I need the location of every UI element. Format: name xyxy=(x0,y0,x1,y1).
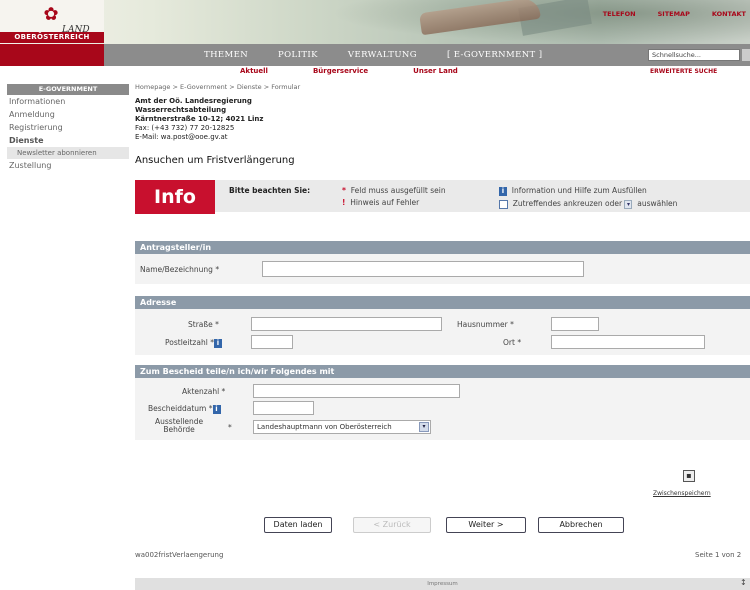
section-applicant-body: Name/Bezeichnung * xyxy=(135,254,750,284)
logo-region-text: OBERÖSTERREICH xyxy=(0,32,104,43)
subnav-item-buergerservice[interactable]: Bürgerservice xyxy=(313,67,368,75)
zip-label: Postleitzahl * i xyxy=(165,338,222,348)
sidebar-item-anmeldung[interactable]: Anmeldung xyxy=(7,108,129,121)
file-number-input[interactable] xyxy=(253,384,460,398)
load-data-button[interactable]: Daten laden xyxy=(264,517,332,533)
logo[interactable]: ✿ LAND OBERÖSTERREICH xyxy=(0,0,104,43)
dropdown-icon: ▾ xyxy=(624,199,633,209)
house-number-input[interactable] xyxy=(551,317,599,331)
house-number-label: Hausnummer * xyxy=(457,320,514,329)
sidebar: E-GOVERNMENT Informationen Anmeldung Reg… xyxy=(7,84,129,172)
legend-help-text: Information und Hilfe zum Ausfüllen xyxy=(511,186,647,195)
legend-required: * Feld muss ausgefüllt sein xyxy=(342,186,446,195)
street-input[interactable] xyxy=(251,317,442,331)
next-button[interactable]: Weiter > xyxy=(446,517,526,533)
date-help-icon[interactable]: i xyxy=(212,405,221,414)
decision-date-label: Bescheiddatum * i xyxy=(148,404,221,414)
nav-left-bar xyxy=(0,44,104,66)
sidebar-item-zustellung[interactable]: Zustellung xyxy=(7,159,129,172)
section-address-header: Adresse xyxy=(135,296,750,309)
zip-help-icon[interactable]: i xyxy=(213,339,222,348)
required-star-icon: * xyxy=(342,186,346,195)
legend-required-text: Feld muss ausgefüllt sein xyxy=(350,186,446,195)
nav-item-politik[interactable]: POLITIK xyxy=(278,50,318,60)
legend-help: i Information und Hilfe zum Ausfüllen xyxy=(499,186,647,196)
crest-icon: ✿ xyxy=(43,4,59,25)
top-link-telefon[interactable]: TELEFON xyxy=(603,10,636,18)
file-number-label: Aktenzahl * xyxy=(182,387,226,396)
back-button[interactable]: < Zurück xyxy=(353,517,431,533)
breadcrumb[interactable]: Homepage > E-Government > Dienste > Form… xyxy=(135,83,300,91)
sidebar-heading: E-GOVERNMENT xyxy=(7,84,129,95)
issuing-authority-select[interactable]: Landeshauptmann von Oberösterreich ▾ xyxy=(253,420,431,434)
issuing-authority-value: Landeshauptmann von Oberösterreich xyxy=(257,423,392,431)
header-banner: ✿ LAND OBERÖSTERREICH TELEFON SITEMAP KO… xyxy=(0,0,750,44)
top-link-kontakt[interactable]: KONTAKT xyxy=(712,10,746,18)
sidebar-item-registrierung[interactable]: Registrierung xyxy=(7,121,129,134)
main-nav: THEMEN POLITIK VERWALTUNG [ E-GOVERNMENT… xyxy=(104,44,750,66)
scroll-arrow-icon[interactable]: ↕ xyxy=(740,578,747,587)
legend-select-text: auswählen xyxy=(637,199,678,208)
top-links: TELEFON SITEMAP KONTAKT xyxy=(603,10,746,18)
subnav-item-unser-land[interactable]: Unser Land xyxy=(413,67,458,75)
department-name: Wasserrechtsabteilung xyxy=(135,106,227,114)
subnav-item-aktuell[interactable]: Aktuell xyxy=(240,67,268,75)
sidebar-item-dienste[interactable]: Dienste xyxy=(7,134,129,147)
chevron-down-icon[interactable]: ▾ xyxy=(419,422,429,432)
checkbox-icon xyxy=(499,199,508,209)
nav-item-themen[interactable]: THEMEN xyxy=(204,50,248,60)
issuing-authority-label: Ausstellende Behörde xyxy=(155,417,204,434)
city-label: Ort * xyxy=(503,338,522,347)
street-label: Straße * xyxy=(188,320,219,329)
sidebar-item-newsletter[interactable]: Newsletter abonnieren xyxy=(7,147,129,159)
section-applicant-header: Antragsteller/in xyxy=(135,241,750,254)
zip-input[interactable] xyxy=(251,335,293,349)
name-label: Name/Bezeichnung * xyxy=(140,265,220,274)
street-address: Kärntnerstraße 10-12; 4021 Linz xyxy=(135,115,264,123)
save-draft-link[interactable]: Zwischenspeichern xyxy=(653,490,711,497)
nav-item-egovernment[interactable]: [ E-GOVERNMENT ] xyxy=(447,50,542,60)
page-title: Ansuchen um Fristverlängerung xyxy=(135,155,295,166)
info-notice-label: Bitte beachten Sie: xyxy=(229,186,311,195)
quick-search-button[interactable] xyxy=(742,49,750,61)
quick-search-input[interactable]: Schnellsuche... xyxy=(648,49,740,61)
impressum-link[interactable]: Impressum xyxy=(135,578,750,590)
page-indicator: Seite 1 von 2 xyxy=(695,551,742,559)
authority-address: Amt der Oö. Landesregierung Wasserrechts… xyxy=(135,97,263,142)
top-link-sitemap[interactable]: SITEMAP xyxy=(658,10,690,18)
fax-number: Fax: (+43 732) 77 20-12825 xyxy=(135,124,235,132)
legend-check: Zutreffendes ankreuzen oder ▾ auswählen xyxy=(499,199,677,209)
error-exclaim-icon: ! xyxy=(342,198,346,207)
info-button[interactable]: Info xyxy=(135,180,215,214)
sub-nav: Aktuell Bürgerservice Unser Land ERWEITE… xyxy=(104,66,750,79)
legend-check-text: Zutreffendes ankreuzen oder xyxy=(512,199,623,208)
help-info-icon: i xyxy=(499,187,507,196)
section-address-body: Straße * Hausnummer * Postleitzahl * i Or… xyxy=(135,309,750,355)
form-id: wa002fristVerlaengerung xyxy=(135,551,224,559)
city-input[interactable] xyxy=(551,335,705,349)
legend-error-text: Hinweis auf Fehler xyxy=(350,198,420,207)
email-address[interactable]: E-Mail: wa.post@ooe.gv.at xyxy=(135,133,228,141)
section-decision-body: Aktenzahl * Bescheiddatum * i Ausstellend… xyxy=(135,378,750,440)
cancel-button[interactable]: Abbrechen xyxy=(538,517,624,533)
subnav-left xyxy=(0,66,104,79)
legend-error: ! Hinweis auf Fehler xyxy=(342,198,419,207)
decision-date-input[interactable] xyxy=(253,401,314,415)
nav-item-verwaltung[interactable]: VERWALTUNG xyxy=(348,50,417,60)
issuing-authority-required: * xyxy=(228,423,232,432)
name-input[interactable] xyxy=(262,261,584,277)
save-icon[interactable]: ▪ xyxy=(683,470,695,482)
section-decision-header: Zum Bescheid teile/n ich/wir Folgendes m… xyxy=(135,365,750,378)
authority-name: Amt der Oö. Landesregierung xyxy=(135,97,252,105)
extended-search-link[interactable]: ERWEITERTE SUCHE xyxy=(650,68,717,75)
sidebar-item-informationen[interactable]: Informationen xyxy=(7,95,129,108)
